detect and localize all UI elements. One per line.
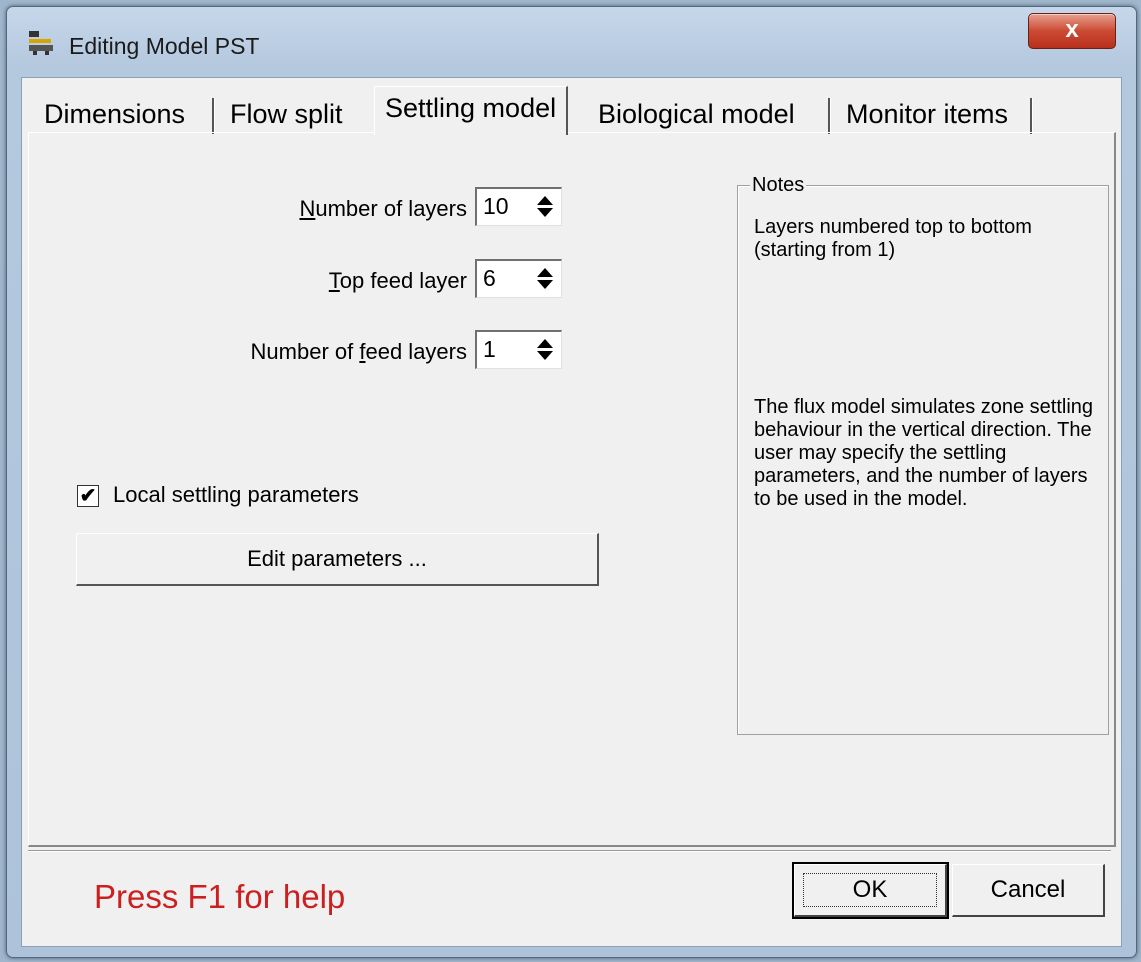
title-bar[interactable]: Editing Model PST x bbox=[7, 7, 1136, 77]
cancel-button[interactable]: Cancel bbox=[952, 864, 1105, 917]
settling-model-page: Number of layers 10 Top feed layer 6 Num… bbox=[28, 132, 1116, 847]
spin-arrows-icon[interactable] bbox=[531, 334, 559, 364]
dialog-window: Editing Model PST x Dimensions Flow spli… bbox=[6, 6, 1137, 958]
tab-monitor-items[interactable]: Monitor items bbox=[836, 96, 1018, 132]
num-feed-value[interactable]: 1 bbox=[483, 336, 496, 363]
spin-arrows-icon[interactable] bbox=[531, 263, 559, 293]
ok-button[interactable]: OK bbox=[792, 862, 949, 919]
window-title: Editing Model PST bbox=[69, 33, 260, 59]
edit-parameters-button[interactable]: Edit parameters ... bbox=[76, 533, 599, 586]
local-settling-checkbox[interactable]: ✔ bbox=[77, 485, 99, 507]
tab-biological-model[interactable]: Biological model bbox=[588, 96, 805, 132]
tab-separator bbox=[212, 98, 215, 134]
local-settling-label[interactable]: Local settling parameters bbox=[113, 482, 359, 508]
footer-divider bbox=[28, 850, 1111, 852]
num-feed-label: Number of feed layers bbox=[250, 339, 467, 364]
top-feed-label: Top feed layer bbox=[328, 268, 467, 293]
app-icon bbox=[29, 31, 53, 55]
tab-dimensions[interactable]: Dimensions bbox=[34, 96, 195, 132]
num-layers-value[interactable]: 10 bbox=[483, 193, 509, 220]
num-layers-spinner[interactable]: 10 bbox=[475, 187, 562, 226]
notes-text-layers: Layers numbered top to bottom (starting … bbox=[754, 216, 1032, 261]
help-hint: Press F1 for help bbox=[94, 878, 346, 915]
close-button[interactable]: x bbox=[1028, 13, 1116, 49]
notes-group: Notes Layers numbered top to bottom (sta… bbox=[737, 174, 1109, 735]
checkmark-icon: ✔ bbox=[79, 485, 97, 507]
num-layers-label: Number of layers bbox=[299, 196, 467, 221]
top-feed-spinner[interactable]: 6 bbox=[475, 259, 562, 298]
top-feed-value[interactable]: 6 bbox=[483, 265, 496, 292]
tab-separator bbox=[828, 98, 831, 134]
notes-legend: Notes bbox=[750, 174, 807, 197]
tab-separator bbox=[1030, 98, 1033, 134]
close-icon: x bbox=[1065, 16, 1079, 43]
tab-flow-split[interactable]: Flow split bbox=[220, 96, 353, 132]
num-feed-spinner[interactable]: 1 bbox=[475, 330, 562, 369]
dialog-client: Dimensions Flow split Settling model Bio… bbox=[21, 77, 1122, 947]
notes-text-flux: The flux model simulates zone settling b… bbox=[754, 396, 1094, 510]
tab-settling-model[interactable]: Settling model bbox=[374, 86, 569, 135]
focus-rect bbox=[803, 873, 937, 907]
spin-arrows-icon[interactable] bbox=[531, 191, 559, 221]
